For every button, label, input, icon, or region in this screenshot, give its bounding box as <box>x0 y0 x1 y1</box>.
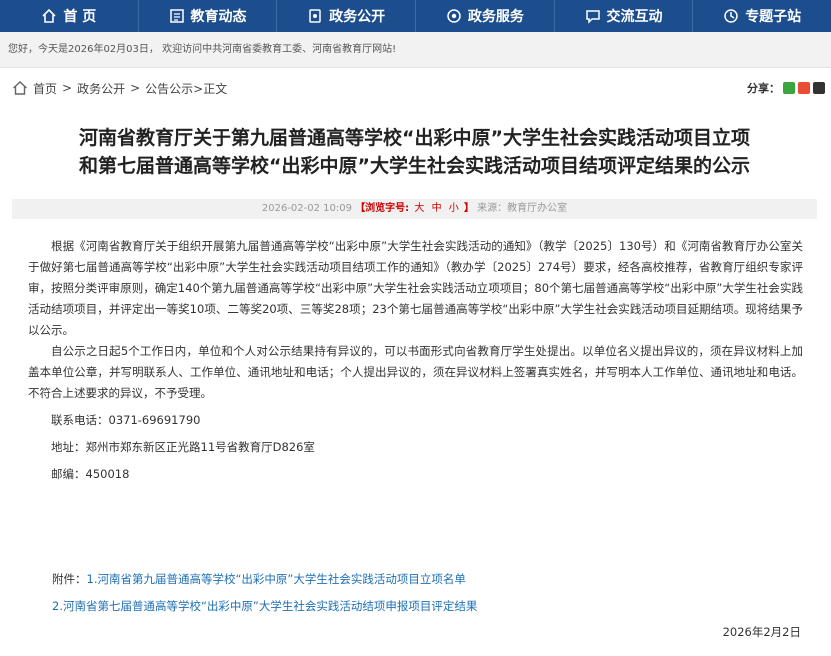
article: 河南省教育厅关于第九届普通高等学校“出彩中原”大学生社会实践活动项目立项 和第七… <box>0 108 831 656</box>
font-large-button[interactable]: 大 <box>414 203 424 214</box>
topic-icon <box>724 9 738 23</box>
wechat-share-icon[interactable] <box>783 82 795 94</box>
nav-government-services-label: 政务服务 <box>467 9 524 25</box>
article-title: 河南省教育厅关于第九届普通高等学校“出彩中原”大学生社会实践活动项目立项 和第七… <box>12 124 817 180</box>
breadcrumb-home[interactable]: 首页 <box>33 80 57 97</box>
nav-interaction[interactable]: 交流互动 <box>555 0 694 32</box>
breadcrumb: 首页 > 政务公开 > 公告公示 >正文 分享： <box>0 68 831 108</box>
nav-topic-sites-label: 专题子站 <box>745 9 802 25</box>
nav-government-affairs-label: 政务公开 <box>329 9 386 25</box>
contact-address: 地址：郑州市郑东新区正光路11号省教育厅D826室 <box>51 440 315 454</box>
qq-share-icon[interactable] <box>813 82 825 94</box>
attachment-link-2[interactable]: 2.河南省第七届普通高等学校“出彩中原”大学生社会实践活动结项申报项目评定结果 <box>52 599 477 613</box>
breadcrumb-government-affairs[interactable]: 政务公开 <box>77 80 125 97</box>
paragraph-2: 自公示之日起5个工作日内，单位和个人对公示结果持有异议的，可以书面形式向省教育厅… <box>28 344 803 400</box>
article-body: 根据《河南省教育厅关于组织开展第九届普通高等学校“出彩中原”大学生社会实践活动的… <box>28 236 803 485</box>
article-title-line1: 河南省教育厅关于第九届普通高等学校“出彩中原”大学生社会实践活动项目立项 <box>79 127 750 149</box>
home-icon <box>42 8 56 23</box>
nav-education-news-label: 教育动态 <box>190 9 247 25</box>
nav-home[interactable]: 首 页 <box>0 0 139 32</box>
attachment-label: 附件： <box>52 572 87 586</box>
attachment-link-1[interactable]: 1.河南省第九届普通高等学校“出彩中原”大学生社会实践活动项目立项名单 <box>87 572 466 586</box>
article-title-line2: 和第七届普通高等学校“出彩中原”大学生社会实践活动项目结项评定结果的公示 <box>79 155 750 177</box>
attachment-list: 附件：1.河南省第九届普通高等学校“出彩中原”大学生社会实践活动项目立项名单 <box>52 568 466 590</box>
nav-government-services[interactable]: 政务服务 <box>416 0 555 32</box>
welcome-bar: 您好，今天是2026年02月03日， 欢迎访问中共河南省委教育工委、河南省教育厅… <box>0 32 831 68</box>
signature-date: 2026年2月2日 <box>722 625 801 639</box>
document-icon <box>309 9 321 23</box>
service-icon <box>447 9 461 23</box>
home-icon <box>13 81 27 95</box>
paragraph-1: 根据《河南省教育厅关于组织开展第九届普通高等学校“出彩中原”大学生社会实践活动的… <box>28 239 803 337</box>
font-small-button[interactable]: 小 <box>449 203 459 214</box>
nav-interaction-label: 交流互动 <box>606 9 663 25</box>
font-size-close: 】 <box>463 203 474 214</box>
nav-government-affairs[interactable]: 政务公开 <box>277 0 417 32</box>
weibo-share-icon[interactable] <box>798 82 810 94</box>
breadcrumb-separator: > <box>62 81 73 95</box>
main-nav: 首 页 教育动态 政务公开 政务服务 交流互动 专题子站 <box>0 0 831 32</box>
breadcrumb-announcements[interactable]: 公告公示 <box>145 80 193 97</box>
share-label: 分享： <box>747 82 780 95</box>
nav-education-news[interactable]: 教育动态 <box>139 0 278 32</box>
breadcrumb-current: >正文 <box>193 81 228 96</box>
share-bar: 分享： <box>747 80 825 96</box>
attachment-list-2: 2.河南省第七届普通高等学校“出彩中原”大学生社会实践活动结项申报项目评定结果 <box>52 595 477 617</box>
contact-phone: 联系电话：0371-69691790 <box>51 413 201 427</box>
font-medium-button[interactable]: 中 <box>432 203 442 214</box>
font-size-label: 【浏览字号: <box>355 203 410 214</box>
chat-icon <box>585 10 600 24</box>
publish-date: 2026-02-02 10:09 <box>261 203 352 214</box>
breadcrumb-separator: > <box>130 81 141 95</box>
nav-home-label: 首 页 <box>63 9 97 25</box>
news-icon <box>169 9 184 23</box>
contact-postcode: 邮编：450018 <box>51 467 130 481</box>
article-meta: 2026-02-02 10:09 【浏览字号: 大 中 小 】 来源：教育厅办公… <box>12 199 817 219</box>
nav-topic-sites[interactable]: 专题子站 <box>693 0 831 32</box>
article-source: 来源：教育厅办公室 <box>477 203 568 214</box>
